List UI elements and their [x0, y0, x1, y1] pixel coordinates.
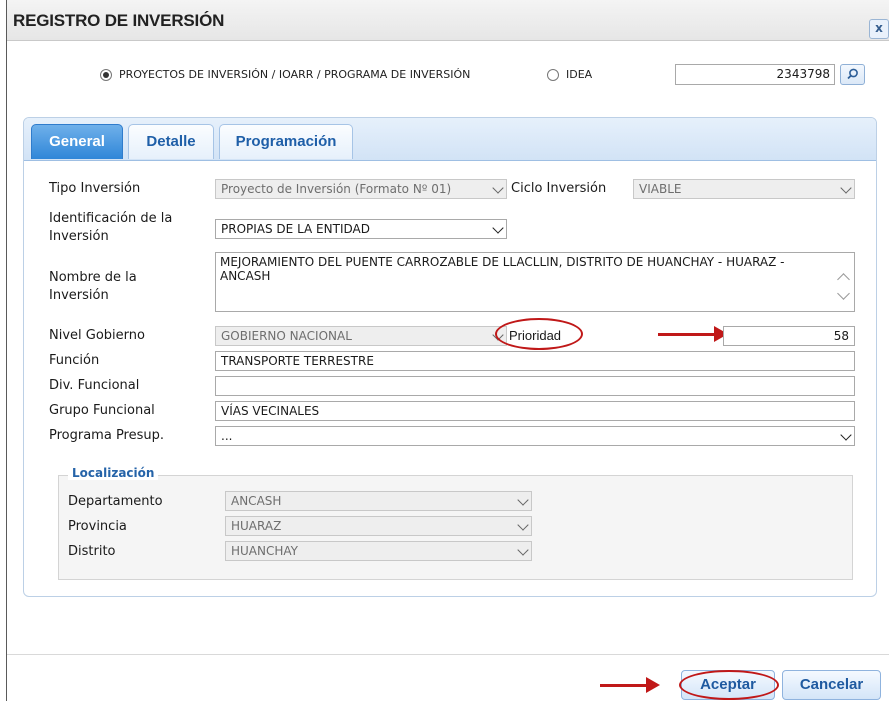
investment-code-input[interactable]: 2343798 [675, 64, 835, 85]
identificacion-value: PROPIAS DE LA ENTIDAD [221, 222, 370, 236]
cancel-button[interactable]: Cancelar [782, 670, 881, 700]
nivel-gobierno-label: Nivel Gobierno [49, 328, 145, 343]
ciclo-inversion-value: VIABLE [639, 182, 682, 196]
chevron-down-icon [840, 182, 852, 194]
grupo-funcional-input[interactable]: VÍAS VECINALES [215, 401, 855, 421]
radio-idea-label: IDEA [566, 68, 593, 81]
search-icon [847, 68, 858, 80]
prioridad-arrow [658, 326, 728, 342]
departamento-value: ANCASH [231, 494, 282, 508]
investment-registration-dialog: REGISTRO DE INVERSIÓN x PROYECTOS DE INV… [6, 0, 889, 702]
provincia-value: HUARAZ [231, 519, 282, 533]
dialog-titlebar: REGISTRO DE INVERSIÓN x [7, 0, 889, 41]
prioridad-input[interactable]: 58 [723, 326, 855, 346]
departamento-label: Departamento [68, 494, 163, 509]
grupo-funcional-label: Grupo Funcional [49, 403, 155, 418]
search-button[interactable] [840, 64, 865, 85]
tab-strip: General Detalle Programación [24, 118, 876, 161]
chevron-down-icon [517, 519, 529, 531]
programa-presup-select[interactable]: ... [215, 426, 855, 446]
chevron-down-icon [492, 182, 504, 194]
distrito-value: HUANCHAY [231, 544, 299, 558]
accept-highlight-circle [679, 670, 779, 700]
funcion-input[interactable]: TRANSPORTE TERRESTRE [215, 351, 855, 371]
funcion-label: Función [49, 353, 100, 368]
provincia-label: Provincia [68, 519, 127, 534]
provincia-select[interactable]: HUARAZ [225, 516, 532, 536]
departamento-select[interactable]: ANCASH [225, 491, 532, 511]
nombre-textarea[interactable]: MEJORAMIENTO DEL PUENTE CARROZABLE DE LL… [215, 252, 855, 312]
nombre-label: Nombre de la Inversión [49, 270, 137, 303]
nivel-gobierno-value: GOBIERNO NACIONAL [221, 329, 352, 343]
chevron-down-icon [517, 494, 529, 506]
radio-idea[interactable] [547, 69, 559, 81]
ciclo-inversion-label: Ciclo Inversión [511, 181, 607, 196]
close-icon: x [875, 21, 883, 35]
div-funcional-label: Div. Funcional [49, 378, 140, 393]
tab-programacion[interactable]: Programación [219, 124, 353, 159]
chevron-down-icon [492, 222, 504, 234]
ciclo-inversion-select[interactable]: VIABLE [633, 179, 855, 199]
programa-presup-value: ... [221, 429, 233, 443]
close-button[interactable]: x [869, 19, 889, 39]
chevron-down-icon [840, 429, 852, 441]
tab-detalle[interactable]: Detalle [128, 124, 214, 159]
scroll-down-icon[interactable] [837, 287, 850, 300]
localizacion-legend: Localización [68, 466, 159, 480]
nivel-gobierno-select[interactable]: GOBIERNO NACIONAL [215, 326, 507, 346]
tipo-inversion-label: Tipo Inversión [49, 181, 141, 196]
nombre-value: MEJORAMIENTO DEL PUENTE CARROZABLE DE LL… [220, 255, 785, 283]
scroll-up-icon[interactable] [837, 273, 850, 286]
tab-general[interactable]: General [31, 124, 123, 159]
identificacion-label: Identificación de la Inversión [49, 211, 173, 244]
accept-arrow [600, 677, 660, 693]
chevron-down-icon [517, 544, 529, 556]
radio-projects[interactable] [100, 69, 112, 81]
tipo-inversion-value: Proyecto de Inversión (Formato Nº 01) [221, 182, 452, 196]
distrito-label: Distrito [68, 544, 116, 559]
div-funcional-input[interactable] [215, 376, 855, 396]
tipo-inversion-select[interactable]: Proyecto de Inversión (Formato Nº 01) [215, 179, 507, 199]
dialog-title: REGISTRO DE INVERSIÓN [13, 11, 225, 30]
identificacion-select[interactable]: PROPIAS DE LA ENTIDAD [215, 219, 507, 239]
radio-projects-label: PROYECTOS DE INVERSIÓN / IOARR / PROGRAM… [119, 68, 471, 81]
distrito-select[interactable]: HUANCHAY [225, 541, 532, 561]
programa-presup-label: Programa Presup. [49, 428, 165, 443]
prioridad-highlight-circle [495, 318, 583, 350]
